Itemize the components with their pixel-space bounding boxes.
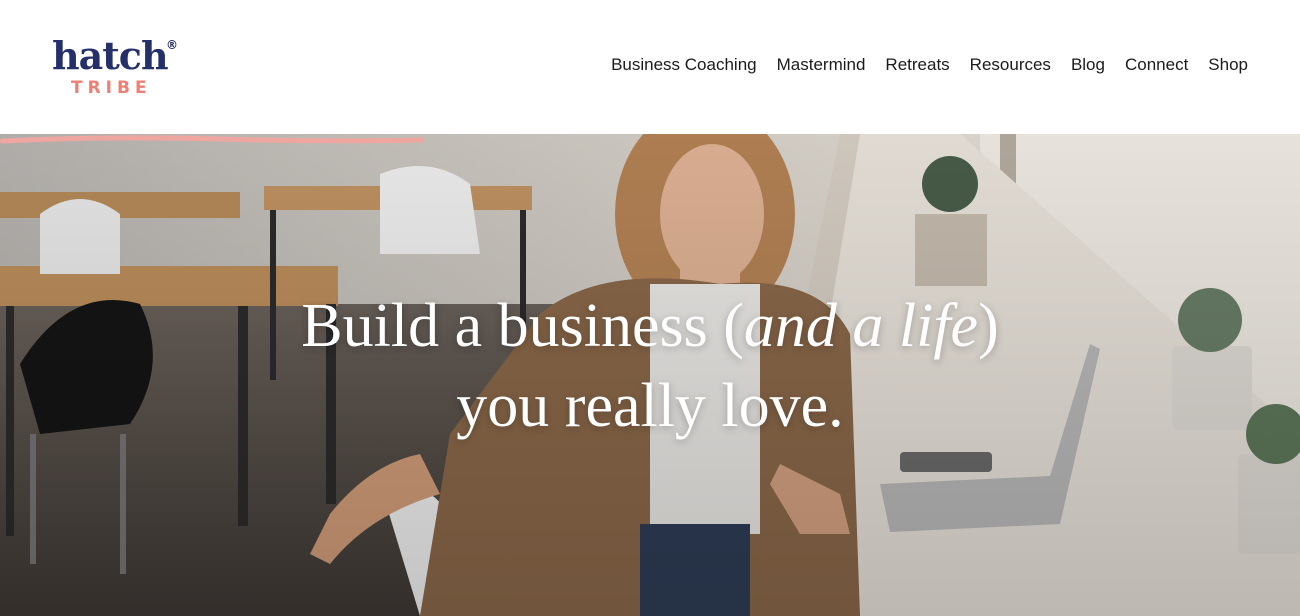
hero-banner: Build a business (and a life) you really…	[0, 134, 1300, 616]
hero-headline: Build a business (and a life) you really…	[0, 286, 1300, 446]
headline-italic: and a life	[743, 292, 979, 360]
nav-connect[interactable]: Connect	[1125, 55, 1188, 75]
nav-business-coaching[interactable]: Business Coaching	[611, 55, 757, 75]
nav-retreats[interactable]: Retreats	[885, 55, 949, 75]
headline-underline-stroke	[0, 135, 424, 144]
nav-shop[interactable]: Shop	[1208, 55, 1248, 75]
nav-blog[interactable]: Blog	[1071, 55, 1105, 75]
site-header: hatch ® TRIBE Business Coaching Mastermi…	[0, 0, 1300, 134]
nav-resources[interactable]: Resources	[970, 55, 1051, 75]
logo-wordmark: hatch	[52, 33, 169, 78]
hatch-tribe-logo[interactable]: hatch ® TRIBE	[52, 34, 182, 100]
main-nav: Business Coaching Mastermind Retreats Re…	[611, 55, 1248, 75]
nav-mastermind[interactable]: Mastermind	[777, 55, 866, 75]
logo-subtitle: TRIBE	[71, 78, 152, 98]
headline-line-1: Build a business (and a life)	[301, 292, 999, 360]
headline-line-2: you really love.	[456, 372, 844, 440]
registered-mark: ®	[166, 38, 178, 52]
